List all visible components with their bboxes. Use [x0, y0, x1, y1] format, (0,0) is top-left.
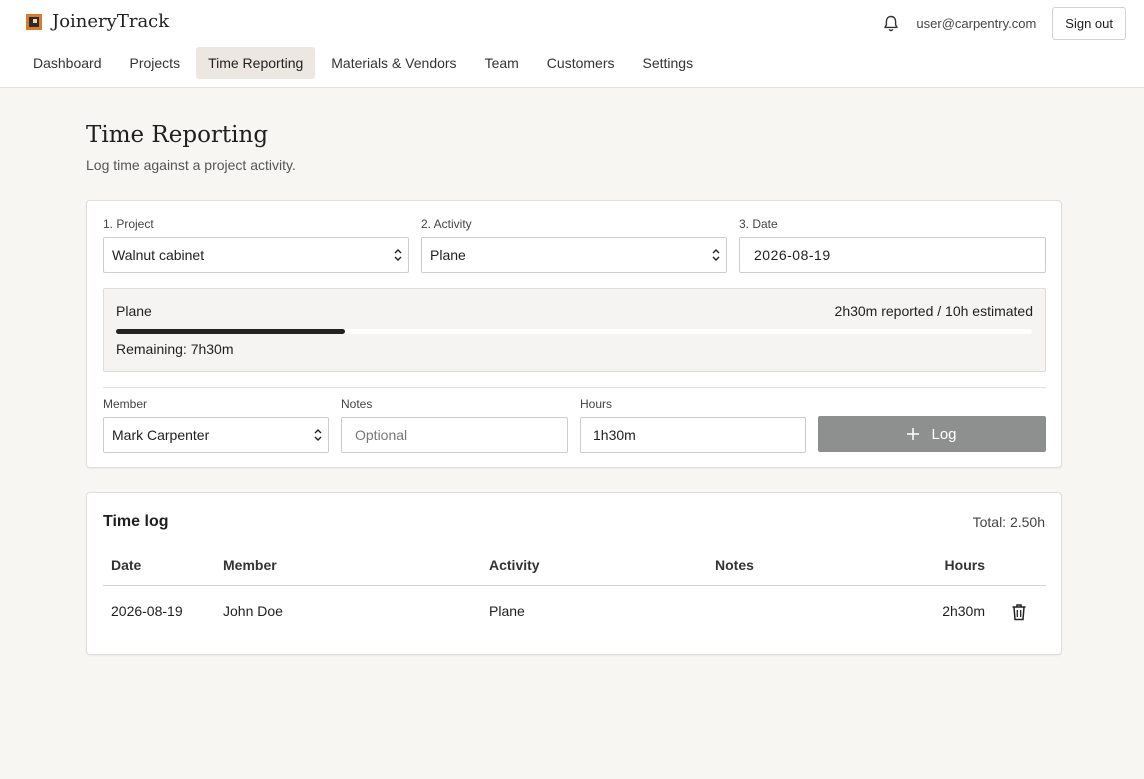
header-actions: user@carpentry.com Sign out: [882, 7, 1126, 40]
col-notes: Notes: [715, 557, 754, 573]
brand[interactable]: JoineryTrack: [26, 11, 169, 32]
time-log-title: Time log: [103, 513, 169, 530]
hours-value: 1h30m: [593, 427, 636, 443]
row-activity: Plane: [489, 603, 525, 619]
chevron-updown-icon: [314, 429, 322, 441]
nav-item-time-reporting[interactable]: Time Reporting: [196, 47, 316, 79]
divider: [103, 387, 1046, 388]
progress-track: [116, 329, 1032, 334]
time-log-card: Time log Total: 2.50h Date Member Activi…: [86, 492, 1062, 655]
notes-field: Notes Optional: [341, 397, 568, 453]
col-member: Member: [223, 557, 277, 573]
progress-fill: [116, 329, 345, 334]
bell-icon[interactable]: [882, 15, 900, 33]
member-value: Mark Carpenter: [112, 427, 210, 443]
date-value: 2026-08-19: [754, 247, 831, 263]
top-bar: JoineryTrack user@carpentry.com Sign out…: [0, 0, 1144, 88]
activity-field: 2. Activity Plane: [421, 217, 727, 273]
member-select[interactable]: Mark Carpenter: [103, 417, 329, 453]
notes-input[interactable]: Optional: [341, 417, 568, 453]
hours-input[interactable]: 1h30m: [580, 417, 806, 453]
app-name: JoineryTrack: [52, 11, 170, 32]
trash-icon[interactable]: [1011, 603, 1027, 621]
notes-label: Notes: [341, 397, 373, 411]
project-select[interactable]: Walnut cabinet: [103, 237, 409, 273]
progress-remaining: Remaining: 7h30m: [116, 341, 234, 357]
main-nav: Dashboard Projects Time Reporting Materi…: [21, 47, 705, 79]
col-hours: Hours: [944, 557, 985, 573]
member-label: Member: [103, 397, 148, 411]
log-button[interactable]: Log: [818, 416, 1046, 452]
nav-item-settings[interactable]: Settings: [630, 47, 705, 79]
time-log-total: Total: 2.50h: [972, 514, 1045, 530]
nav-item-projects[interactable]: Projects: [118, 47, 193, 79]
page-subtitle: Log time against a project activity.: [86, 157, 296, 173]
user-email: user@carpentry.com: [916, 16, 1037, 31]
page-title: Time Reporting: [86, 122, 269, 148]
activity-value: Plane: [430, 247, 466, 263]
hours-label: Hours: [580, 397, 613, 411]
nav-item-customers[interactable]: Customers: [535, 47, 627, 79]
table-row: 2026-08-19 John Doe Plane 2h30m: [103, 586, 1046, 640]
plus-icon: [907, 428, 920, 440]
sign-out-button[interactable]: Sign out: [1052, 7, 1126, 40]
activity-select[interactable]: Plane: [421, 237, 727, 273]
hours-field: Hours 1h30m: [580, 397, 806, 453]
progress-summary: 2h30m reported / 10h estimated: [834, 303, 1033, 319]
row-member: John Doe: [223, 603, 283, 619]
row-date: 2026-08-19: [111, 603, 183, 619]
member-field: Member Mark Carpenter: [103, 397, 329, 453]
project-value: Walnut cabinet: [112, 247, 205, 263]
date-field: 3. Date 2026-08-19: [739, 217, 1046, 273]
nav-item-materials-vendors[interactable]: Materials & Vendors: [319, 47, 468, 79]
chevron-updown-icon: [394, 249, 402, 261]
activity-label: 2. Activity: [421, 217, 472, 231]
progress-activity-name: Plane: [116, 303, 152, 319]
nav-item-dashboard[interactable]: Dashboard: [21, 47, 114, 79]
row-hours: 2h30m: [942, 603, 985, 619]
table-header: Date Member Activity Notes Hours: [103, 551, 1046, 586]
nav-item-team[interactable]: Team: [473, 47, 531, 79]
notes-placeholder: Optional: [355, 427, 408, 443]
project-field: 1. Project Walnut cabinet: [103, 217, 409, 273]
main-content: Time Reporting Log time against a projec…: [86, 88, 1062, 655]
chevron-updown-icon: [712, 249, 720, 261]
date-input[interactable]: 2026-08-19: [739, 237, 1046, 273]
col-date: Date: [111, 557, 142, 573]
date-label: 3. Date: [739, 217, 778, 231]
project-label: 1. Project: [103, 217, 154, 231]
activity-progress: Plane 2h30m reported / 10h estimated Rem…: [103, 288, 1046, 372]
joinery-logo-icon: [26, 13, 42, 30]
col-activity: Activity: [489, 557, 540, 573]
time-entry-card: 1. Project Walnut cabinet 2. Activity Pl…: [86, 200, 1062, 468]
log-button-label: Log: [931, 425, 957, 443]
